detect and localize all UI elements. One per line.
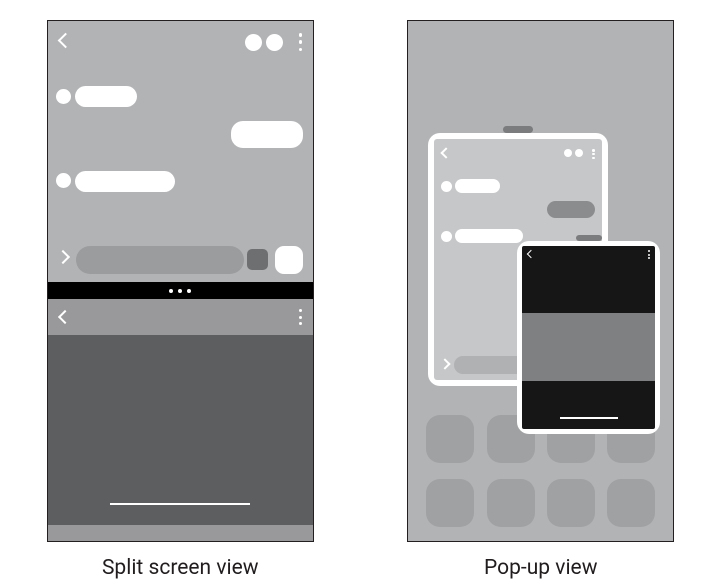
chat-bubble-incoming — [75, 171, 175, 192]
popup-drag-handle[interactable] — [576, 235, 602, 241]
split-divider-handle[interactable] — [48, 282, 313, 299]
avatar-icon — [56, 89, 71, 104]
content-grey-mid — [522, 313, 655, 381]
header-avatar-icon[interactable] — [564, 149, 572, 157]
send-button[interactable] — [275, 246, 303, 274]
popup-drag-handle[interactable] — [503, 126, 533, 133]
more-options-icon[interactable] — [299, 309, 303, 325]
app-icon[interactable] — [426, 479, 474, 527]
avatar-icon — [56, 173, 71, 188]
phone-popup — [407, 20, 674, 542]
app-icon[interactable] — [426, 415, 474, 463]
split-bottom-app — [48, 299, 313, 541]
chat-bubble-incoming — [75, 86, 137, 107]
chat-header — [48, 21, 313, 65]
header-avatar-icon[interactable] — [575, 149, 583, 157]
chat-input-bar — [48, 234, 313, 282]
content-dark-bottom — [522, 381, 655, 429]
bottom-app-header — [48, 299, 313, 335]
popup-app-header — [522, 246, 655, 263]
back-icon[interactable] — [57, 33, 73, 49]
chat-header — [434, 139, 602, 167]
home-dock-row — [408, 479, 673, 527]
app-icon[interactable] — [487, 479, 535, 527]
caption-popup: Pop-up view — [484, 556, 597, 580]
popup-window-app[interactable] — [517, 241, 660, 434]
chat-bubble-outgoing — [231, 121, 303, 148]
header-avatar-icon[interactable] — [266, 34, 283, 51]
avatar-icon — [441, 181, 452, 192]
bottom-app-content — [48, 335, 313, 525]
phone-split-screen — [47, 20, 314, 542]
expand-icon[interactable] — [56, 250, 70, 264]
more-options-icon[interactable] — [299, 33, 303, 51]
figure-split-screen: Split screen view — [47, 20, 314, 580]
chat-bubble-incoming — [455, 179, 500, 193]
back-icon[interactable] — [441, 147, 452, 158]
popup-app-content — [522, 246, 655, 429]
home-indicator[interactable] — [110, 503, 250, 506]
app-icon[interactable] — [547, 479, 595, 527]
more-options-icon[interactable] — [592, 149, 595, 159]
home-indicator[interactable] — [560, 417, 618, 419]
caption-split: Split screen view — [102, 556, 259, 580]
split-top-app — [48, 21, 313, 282]
back-icon[interactable] — [527, 250, 535, 258]
bottom-strip — [48, 525, 313, 541]
expand-icon[interactable] — [440, 358, 451, 369]
chat-bubble-incoming — [455, 229, 523, 243]
attach-icon[interactable] — [247, 249, 268, 270]
back-icon[interactable] — [58, 310, 72, 324]
app-icon[interactable] — [607, 479, 655, 527]
header-avatar-icon[interactable] — [245, 34, 262, 51]
content-dark-top — [522, 263, 655, 313]
figure-popup: Pop-up view — [407, 20, 674, 580]
more-options-icon[interactable] — [648, 250, 651, 259]
message-input[interactable] — [76, 246, 244, 274]
avatar-icon — [441, 231, 452, 242]
chat-bubble-outgoing — [547, 201, 595, 218]
